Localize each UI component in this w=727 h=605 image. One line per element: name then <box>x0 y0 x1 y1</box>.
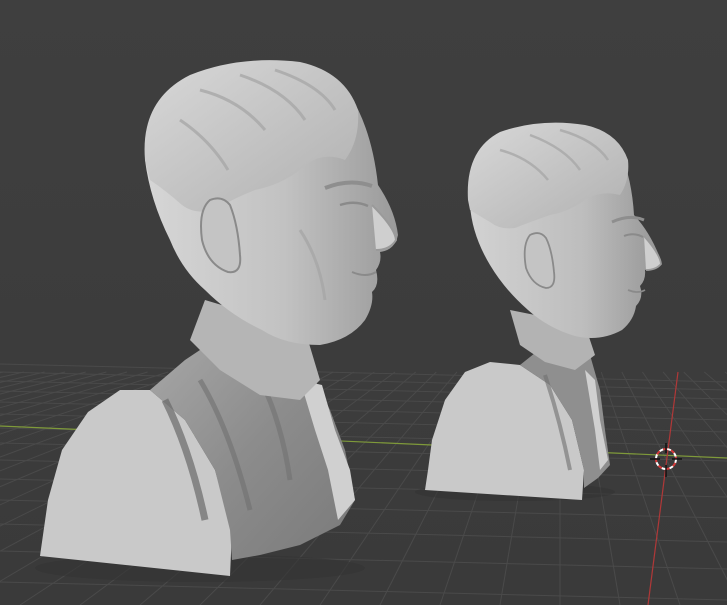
3d-viewport[interactable] <box>0 0 727 605</box>
viewport-canvas[interactable] <box>0 0 727 605</box>
